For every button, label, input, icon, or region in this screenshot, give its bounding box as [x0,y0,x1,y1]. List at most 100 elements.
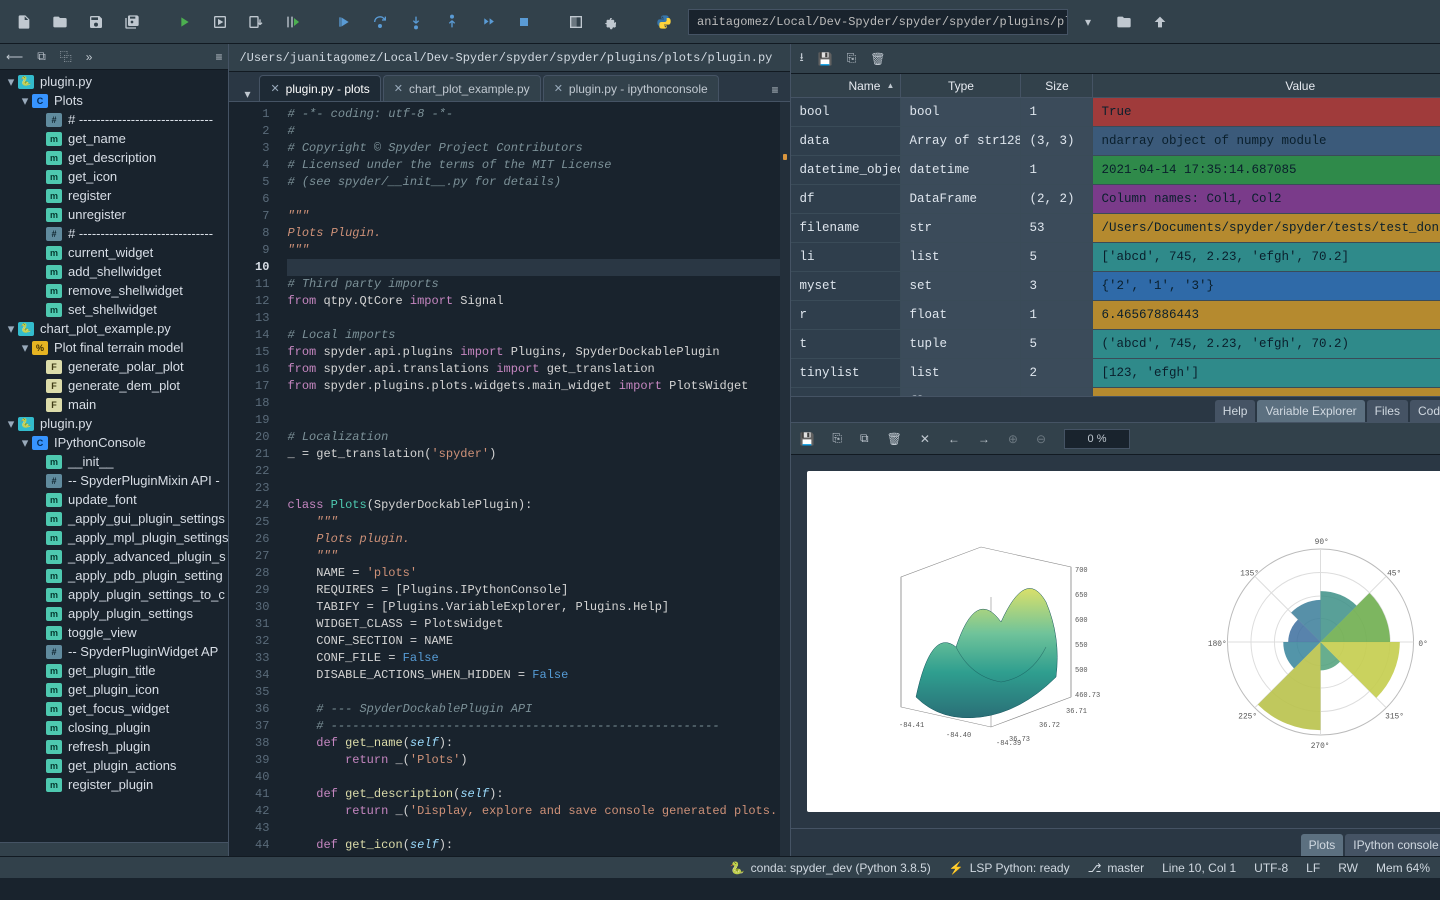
outline-item[interactable]: mset_shellwidget [0,300,228,319]
editor-tab[interactable]: ✕plugin.py - ipythonconsole [543,75,719,101]
header-value[interactable]: Value [1093,74,1440,97]
continue-icon[interactable] [472,8,504,36]
outline-item[interactable]: mget_focus_widget [0,699,228,718]
step-out-icon[interactable] [436,8,468,36]
zoom-out-icon[interactable]: ⊖ [1036,432,1046,446]
outline-item[interactable]: mget_plugin_title [0,661,228,680]
editor-tab[interactable]: ✕plugin.py - plots [259,75,380,101]
table-row[interactable]: datetime_objectdatetime12021-04-14 17:35… [791,156,1440,185]
pane-tab[interactable]: Files [1367,400,1408,422]
table-row[interactable]: rfloat16.46567886443 [791,301,1440,330]
tab-browser-icon[interactable]: ▾ [235,87,259,101]
table-row[interactable]: filenamestr53/Users/Documents/spyder/spy… [791,214,1440,243]
zoom-in-icon[interactable]: ⊕ [1008,432,1018,446]
preferences-icon[interactable] [596,8,628,36]
close-icon[interactable]: ✕ [554,82,563,95]
outline-item[interactable]: ▾%Plot final terrain model [0,338,228,357]
next-plot-icon[interactable]: → [978,432,990,446]
outline-item[interactable]: mrefresh_plugin [0,737,228,756]
remove-all-plots-icon[interactable]: ✕ [920,432,930,446]
outline-item[interactable]: Fmain [0,395,228,414]
outline-item[interactable]: #-- SpyderPluginMixin API - [0,471,228,490]
status-lsp[interactable]: ⚡ LSP Python: ready [949,861,1070,875]
status-position[interactable]: Line 10, Col 1 [1162,861,1236,875]
outline-item[interactable]: m_apply_advanced_plugin_s [0,547,228,566]
copy-plot-icon[interactable]: ⧉ [860,431,869,446]
close-icon[interactable]: ✕ [270,82,279,95]
open-file-icon[interactable] [44,8,76,36]
pane-tab[interactable]: Plots [1301,834,1344,856]
table-row[interactable]: mysetset3{'2', '1', '3'} [791,272,1440,301]
outline-item[interactable]: mget_description [0,148,228,167]
outline-item[interactable]: mclosing_plugin [0,718,228,737]
save-icon[interactable] [80,8,112,36]
save-data-icon[interactable]: 💾 [818,52,833,66]
outline-item[interactable]: mregister [0,186,228,205]
step-into-icon[interactable] [400,8,432,36]
table-row[interactable]: ttuple5('abcd', 745, 2.23, 'efgh', 70.2) [791,330,1440,359]
save-all-icon[interactable] [116,8,148,36]
header-size[interactable]: Size [1021,74,1093,97]
outline-tree[interactable]: ▾🐍plugin.py▾CPlots## -------------------… [0,70,228,842]
outline-item[interactable]: mregister_plugin [0,775,228,794]
status-mem[interactable]: Mem 64% [1376,861,1430,875]
outline-item[interactable]: ▾🐍plugin.py [0,414,228,433]
chevrons-icon[interactable]: » [86,50,93,64]
status-encoding[interactable]: UTF-8 [1254,861,1288,875]
stop-icon[interactable] [508,8,540,36]
scroll-flag-area[interactable] [780,102,790,856]
table-row[interactable]: dfDataFrame(2, 2)Column names: Col1, Col… [791,185,1440,214]
code-editor[interactable]: 1234567891011121314151617181920212223242… [229,102,790,856]
outline-item[interactable]: #-- SpyderPluginWidget AP [0,642,228,661]
outline-item[interactable]: mapply_plugin_settings_to_c [0,585,228,604]
outline-item[interactable]: ▾🐍plugin.py [0,72,228,91]
save-plot-icon[interactable]: 💾 [799,432,814,446]
copy-icon[interactable]: ⧉ [37,49,46,64]
outline-item[interactable]: mtoggle_view [0,623,228,642]
outline-item[interactable]: ▾🐍chart_plot_example.py [0,319,228,338]
outline-item[interactable]: mcurrent_widget [0,243,228,262]
pane-tab[interactable]: Code Analysis [1410,400,1440,422]
pane-tab[interactable]: Variable Explorer [1257,400,1364,422]
working-directory-field[interactable]: anitagomez/Local/Dev-Spyder/spyder/spyde… [688,9,1068,35]
table-row[interactable]: tinylistlist2[123, 'efgh'] [791,359,1440,388]
run-selection-icon[interactable] [276,8,308,36]
copy-all-icon[interactable]: ⿻ [60,48,72,65]
remove-plot-icon[interactable]: 🗑 [887,432,902,446]
back-icon[interactable]: ⟵ [6,50,23,64]
step-over-icon[interactable] [364,8,396,36]
outline-item[interactable]: mupdate_font [0,490,228,509]
table-row[interactable]: lilist5['abcd', 745, 2.23, 'efgh', 70.2] [791,243,1440,272]
outline-item[interactable]: mget_plugin_actions [0,756,228,775]
outline-item[interactable]: munregister [0,205,228,224]
outline-item[interactable]: mremove_shellwidget [0,281,228,300]
outline-item[interactable]: Fgenerate_polar_plot [0,357,228,376]
wd-dropdown-icon[interactable]: ▾ [1072,8,1104,36]
pane-tab[interactable]: IPython console [1345,834,1440,856]
outline-item[interactable]: m_apply_mpl_plugin_settings [0,528,228,547]
close-icon[interactable]: ✕ [394,82,403,95]
outline-item[interactable]: mget_name [0,129,228,148]
outline-item[interactable]: ## ------------------------------- [0,224,228,243]
outline-item[interactable]: m__init__ [0,452,228,471]
header-name[interactable]: Name [791,74,901,97]
save-data-as-icon[interactable]: ⎘ [847,51,857,66]
varexp-table[interactable]: boolbool1TruedataArray of str128(3, 3)nd… [791,98,1440,396]
import-data-icon[interactable]: ⭳ [799,48,803,69]
status-perm[interactable]: RW [1338,861,1358,875]
editor-tab[interactable]: ✕chart_plot_example.py [383,75,541,101]
new-file-icon[interactable] [8,8,40,36]
save-all-plots-icon[interactable]: ⎘ [832,431,842,446]
maximize-pane-icon[interactable] [560,8,592,36]
plots-canvas[interactable]: -84.41-84.40-84.39 36.7336.7236.71 460.7… [791,455,1440,828]
outline-hscroll[interactable] [0,842,228,856]
parent-dir-icon[interactable] [1144,8,1176,36]
run-icon[interactable] [168,8,200,36]
outline-item[interactable]: mget_plugin_icon [0,680,228,699]
browse-dir-icon[interactable] [1108,8,1140,36]
outline-menu-icon[interactable]: ≡ [215,50,222,64]
outline-item[interactable]: ▾CIPythonConsole [0,433,228,452]
status-eol[interactable]: LF [1306,861,1320,875]
python-icon[interactable] [648,8,680,36]
outline-item[interactable]: madd_shellwidget [0,262,228,281]
